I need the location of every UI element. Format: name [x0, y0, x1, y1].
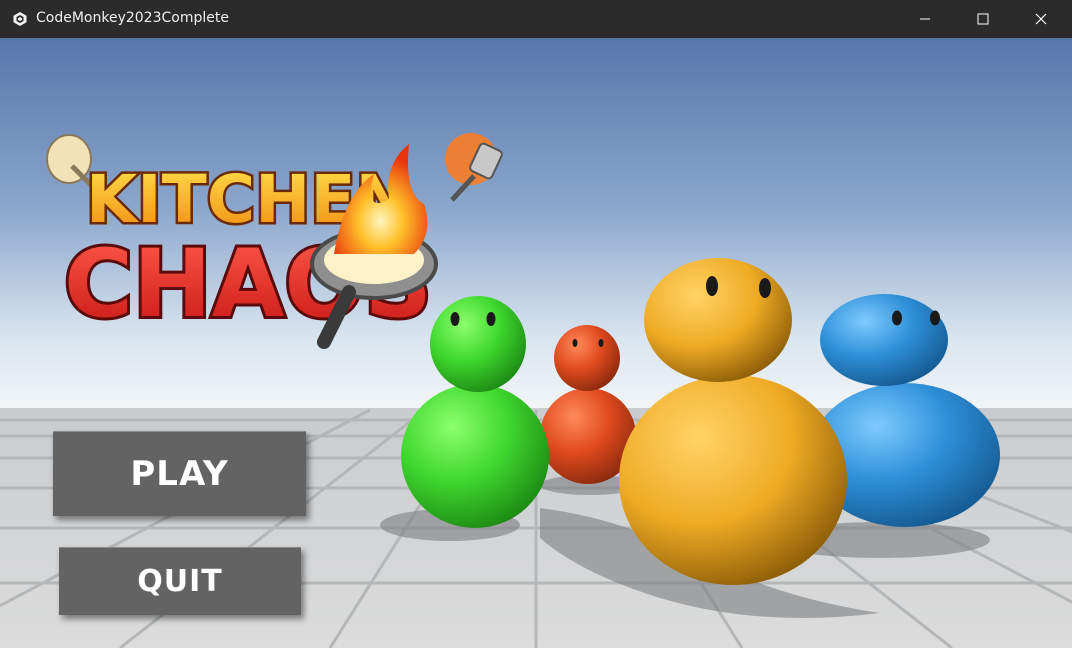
minimize-button[interactable] — [896, 0, 954, 38]
game-window: CodeMonkey2023Complete KITCHEN CHAOS PLA… — [0, 0, 1072, 648]
window-title: CodeMonkey2023Complete — [36, 10, 229, 26]
quit-button[interactable]: QUIT — [59, 547, 301, 615]
maximize-icon — [977, 13, 989, 25]
close-icon — [1035, 13, 1047, 25]
game-viewport: KITCHEN CHAOS PLAY QUIT — [0, 38, 1072, 648]
unity-icon — [13, 12, 27, 26]
play-button[interactable]: PLAY — [53, 431, 306, 516]
close-button[interactable] — [1012, 0, 1070, 38]
maximize-button[interactable] — [954, 0, 1012, 38]
minimize-icon — [920, 18, 930, 20]
kitchen-chaos-logo: KITCHEN CHAOS — [46, 133, 503, 349]
title-bar[interactable]: CodeMonkey2023Complete — [0, 0, 1072, 38]
spatula-icon — [445, 133, 503, 202]
